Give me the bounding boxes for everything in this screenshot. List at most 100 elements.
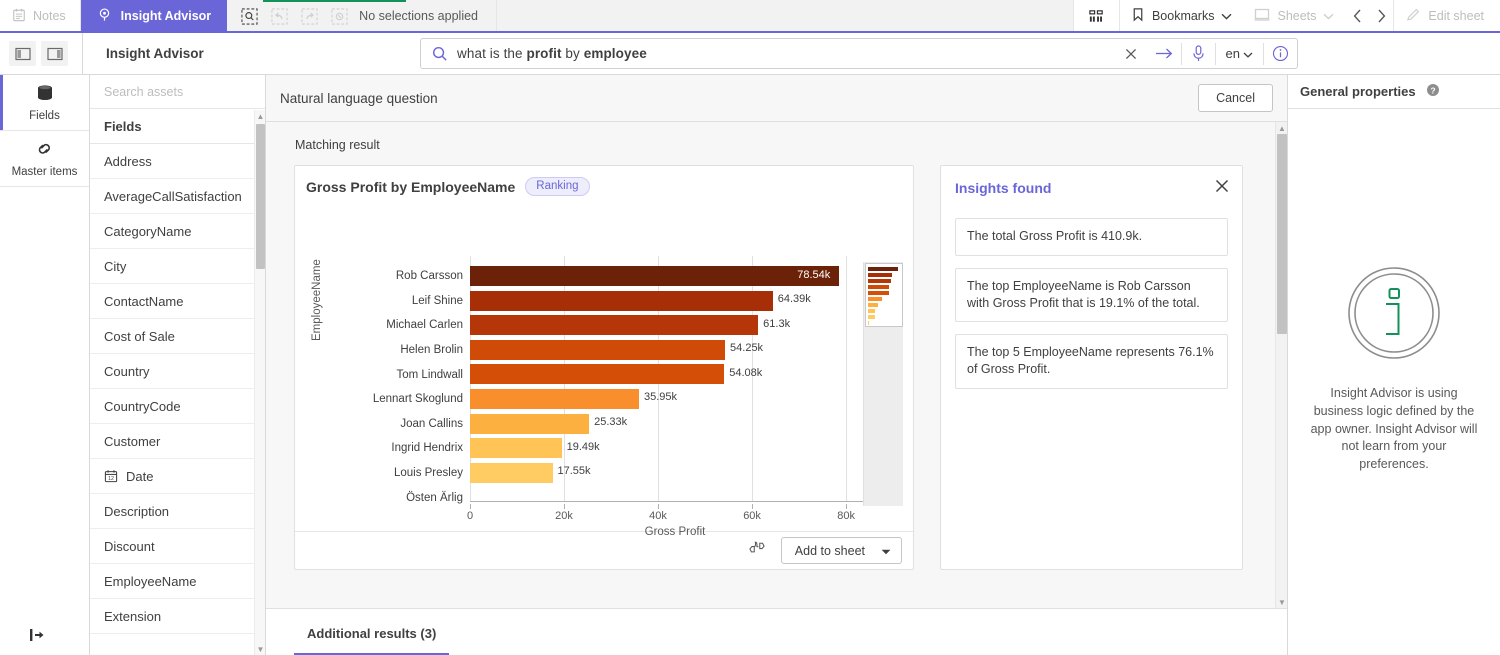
- chart-bar-row[interactable]: Leif Shine 64.39k: [325, 289, 909, 314]
- chart-bar[interactable]: [470, 315, 759, 336]
- app-grid-icon[interactable]: [1072, 0, 1119, 32]
- fields-section-header: Fields: [90, 109, 265, 144]
- chart-data-label: 64.39k: [777, 293, 811, 306]
- redo-selection-icon[interactable]: [295, 3, 323, 29]
- chart-category-label: Östen Ärlig: [406, 491, 463, 504]
- voice-input-button[interactable]: [1182, 38, 1215, 69]
- chart-bar[interactable]: [470, 339, 726, 360]
- add-to-sheet-label: Add to sheet: [794, 543, 865, 558]
- list-item[interactable]: Extension: [90, 599, 265, 634]
- scroll-up-icon[interactable]: ▲: [255, 110, 266, 122]
- list-item[interactable]: Customer: [90, 424, 265, 459]
- chart-data-label: 17.55k: [557, 465, 591, 478]
- toggle-left-panel-button[interactable]: [9, 41, 36, 66]
- chart-card[interactable]: Gross Profit by EmployeeName Ranking Emp…: [294, 165, 914, 570]
- clear-search-button[interactable]: [1115, 38, 1148, 69]
- expand-panel-button[interactable]: [0, 615, 89, 655]
- list-item[interactable]: CategoryName: [90, 214, 265, 249]
- fields-scrollbar[interactable]: ▲ ▼: [254, 110, 265, 655]
- list-item[interactable]: ContactName: [90, 284, 265, 319]
- search-bar[interactable]: what is the profit by employee en: [420, 38, 1298, 69]
- x-tick-mark: [658, 504, 660, 509]
- sidebar-item-fields[interactable]: Fields: [0, 75, 89, 131]
- scrollbar-thumb[interactable]: [256, 124, 265, 269]
- chart-data-label: 78.54k: [797, 268, 831, 281]
- chart-bar[interactable]: [470, 413, 590, 434]
- insight-advisor-tab[interactable]: Insight Advisor: [80, 0, 228, 32]
- chart-bar-row[interactable]: Joan Callins 25.33k: [325, 412, 909, 437]
- selection-search-icon[interactable]: [235, 3, 263, 29]
- chart-bar-row[interactable]: Tom Lindwall 54.08k: [325, 362, 909, 387]
- list-item[interactable]: Discount: [90, 529, 265, 564]
- chart-minimap-scrollbar[interactable]: [863, 262, 903, 506]
- y-axis-label: EmployeeName: [311, 259, 323, 341]
- list-item[interactable]: Address: [90, 144, 265, 179]
- scrollbar-thumb[interactable]: [1277, 134, 1287, 334]
- list-item[interactable]: AverageCallSatisfaction: [90, 179, 265, 214]
- x-tick-label: 60k: [743, 510, 761, 522]
- results-area: Matching result Gross Profit by Employee…: [266, 122, 1287, 608]
- chart-bar-row[interactable]: Helen Brolin 54.25k: [325, 338, 909, 363]
- chart-bar[interactable]: [470, 266, 840, 286]
- add-to-sheet-button[interactable]: Add to sheet: [780, 537, 902, 564]
- svg-text:12: 12: [108, 476, 114, 482]
- chart-bar[interactable]: [470, 290, 773, 311]
- bookmarks-menu[interactable]: Bookmarks: [1118, 0, 1244, 32]
- search-text-measure: profit: [526, 46, 562, 61]
- scroll-up-icon[interactable]: ▲: [1276, 122, 1287, 134]
- fields-list[interactable]: Address AverageCallSatisfaction CategoryNa…: [90, 144, 265, 655]
- search-input[interactable]: what is the profit by employee: [457, 46, 1115, 61]
- chart-bar-row[interactable]: Michael Carlen 61.3k: [325, 313, 909, 338]
- chart-bar-row[interactable]: Louis Presley 17.55k: [325, 461, 909, 486]
- minimap-bar: [868, 285, 889, 289]
- chart-bar[interactable]: [470, 438, 562, 459]
- scroll-down-icon[interactable]: ▼: [255, 643, 266, 655]
- chart-bar[interactable]: [470, 364, 725, 385]
- next-sheet-button[interactable]: [1369, 9, 1393, 23]
- list-item[interactable]: Country: [90, 354, 265, 389]
- list-item[interactable]: CountryCode: [90, 389, 265, 424]
- list-item-label: Date: [126, 468, 154, 484]
- chart-data-label: 54.08k: [729, 366, 763, 379]
- chart-bar-track: 35.95k: [470, 387, 909, 412]
- list-item[interactable]: 12 Date: [90, 459, 265, 494]
- close-icon[interactable]: [1215, 179, 1229, 198]
- list-item[interactable]: City: [90, 249, 265, 284]
- chart-plot[interactable]: EmployeeName Rob Carsson 78.54k Leif Shine…: [295, 196, 913, 538]
- chart-bar-row[interactable]: Rob Carsson 78.54k: [325, 264, 909, 289]
- search-icon: [421, 46, 457, 62]
- list-item-label: Discount: [104, 538, 155, 554]
- clear-selections-icon[interactable]: [325, 3, 353, 29]
- notes-button[interactable]: Notes: [0, 0, 81, 32]
- link-icon: [34, 140, 55, 161]
- chart-bar-row[interactable]: Lennart Skoglund 35.95k: [325, 387, 909, 412]
- chart-bar[interactable]: [470, 388, 639, 409]
- search-info-button[interactable]: [1264, 38, 1297, 69]
- sheets-menu[interactable]: Sheets: [1243, 0, 1345, 32]
- chart-bar[interactable]: [470, 462, 553, 483]
- x-tick-label: 80k: [837, 510, 855, 522]
- minimap-thumb[interactable]: [865, 263, 903, 327]
- list-item-label: CategoryName: [104, 223, 192, 239]
- tab-additional-results[interactable]: Additional results (3): [294, 626, 450, 655]
- list-item[interactable]: EmployeeName: [90, 564, 265, 599]
- edit-sheet-label: Edit sheet: [1428, 9, 1484, 23]
- chart-category-label: Leif Shine: [411, 294, 463, 307]
- help-icon[interactable]: ?: [1426, 83, 1440, 100]
- chart-bar-track: 61.3k: [470, 313, 909, 338]
- asset-search-input[interactable]: Search assets: [90, 75, 265, 109]
- results-scrollbar[interactable]: ▲ ▼: [1275, 122, 1287, 608]
- sidebar-item-master-items[interactable]: Master items: [0, 131, 89, 187]
- scroll-down-icon[interactable]: ▼: [1276, 596, 1287, 608]
- cancel-button[interactable]: Cancel: [1198, 84, 1273, 112]
- chart-bar-row[interactable]: Ingrid Hendrix 19.49k: [325, 436, 909, 461]
- language-selector[interactable]: en: [1216, 46, 1263, 61]
- edit-sheet-button[interactable]: Edit sheet: [1393, 0, 1500, 32]
- undo-selection-icon[interactable]: [265, 3, 293, 29]
- list-item[interactable]: Cost of Sale: [90, 319, 265, 354]
- list-item[interactable]: Description: [90, 494, 265, 529]
- toggle-right-panel-button[interactable]: [41, 41, 68, 66]
- previous-sheet-button[interactable]: [1345, 9, 1369, 23]
- feedback-icon[interactable]: [747, 539, 767, 562]
- submit-search-button[interactable]: [1148, 38, 1181, 69]
